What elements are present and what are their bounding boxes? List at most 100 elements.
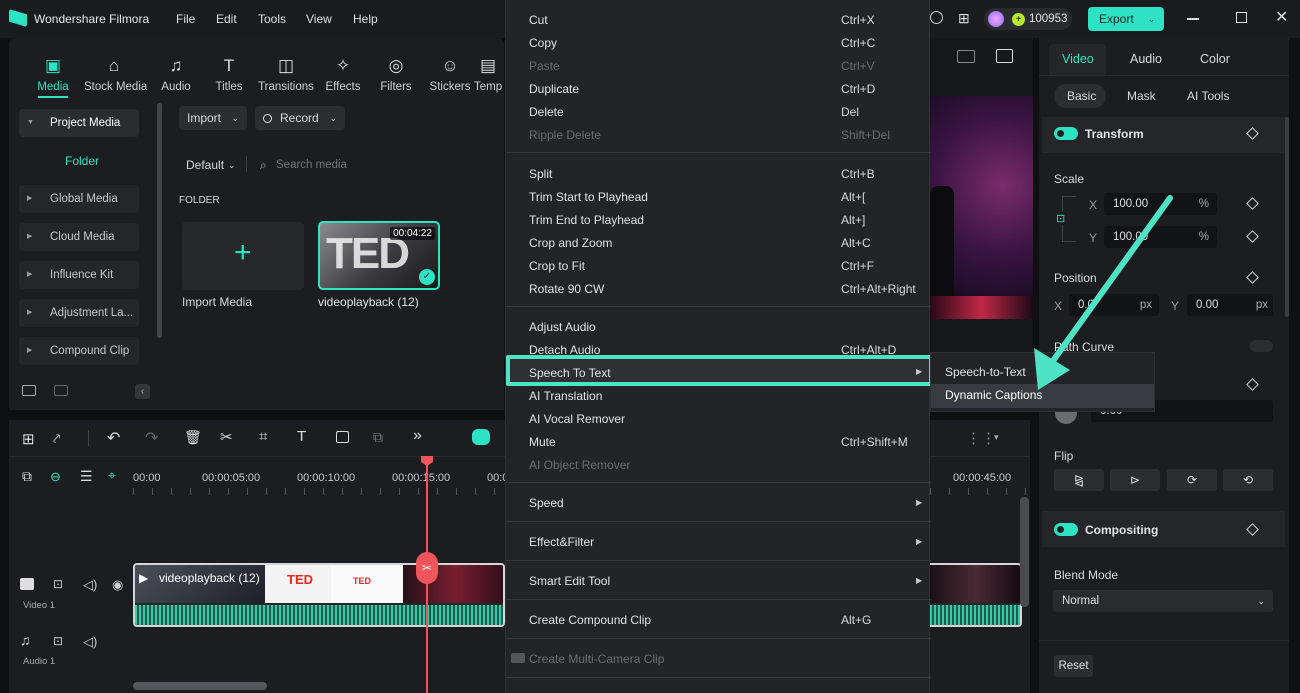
menu-help[interactable]: Help <box>353 12 378 26</box>
tab-stickers[interactable]: ☺ Stickers <box>420 57 480 94</box>
menu-item-ai-translation[interactable]: AI Translation <box>529 389 602 403</box>
tab-titles[interactable]: T Titles <box>199 57 259 94</box>
sidebar-item-adjustment-layer[interactable]: ▶ Adjustment La... <box>19 299 139 327</box>
redo-icon[interactable]: ↷ <box>145 428 158 448</box>
timeline-horizontal-scrollbar[interactable] <box>133 682 267 690</box>
undo-icon[interactable]: ↶ <box>107 428 120 448</box>
timeline-vertical-scrollbar[interactable] <box>1020 497 1029 607</box>
shape-icon[interactable] <box>336 431 349 443</box>
lock-icon[interactable]: ⊡ <box>53 634 63 648</box>
ai-assistant-icon[interactable] <box>472 429 490 445</box>
menu-item-speed[interactable]: Speed <box>529 496 564 510</box>
import-dropdown[interactable]: Import ⌄ <box>179 106 247 130</box>
tab-filters[interactable]: ◎ Filters <box>366 57 426 94</box>
track-manage-icon[interactable]: ☰ <box>80 468 93 485</box>
sort-dropdown[interactable]: Default ⌄ <box>186 158 236 172</box>
menu-item-effect-filter[interactable]: Effect&Filter <box>529 535 594 549</box>
more-icon[interactable]: » <box>413 427 422 445</box>
tab-media[interactable]: ▣ Media <box>23 57 83 94</box>
chevron-down-icon[interactable]: ▾ <box>994 432 999 443</box>
headset-icon[interactable] <box>930 11 943 24</box>
collapse-sidebar-button[interactable]: ‹ <box>135 384 150 399</box>
menu-item-cut[interactable]: Cut <box>529 13 548 27</box>
menu-item-crop-to-fit[interactable]: Crop to Fit <box>529 259 585 273</box>
tab-stock-media[interactable]: ⌂ Stock Media <box>84 57 147 94</box>
import-media-tile[interactable]: + <box>182 222 304 290</box>
add-track-icon[interactable]: ⧉ <box>22 468 32 485</box>
menu-item-rotate-90-cw[interactable]: Rotate 90 CW <box>529 282 604 296</box>
record-dropdown[interactable]: Record ⌄ <box>255 106 345 130</box>
text-tool-icon[interactable]: T <box>297 428 306 445</box>
blend-mode-select[interactable]: Normal ⌄ <box>1053 590 1273 612</box>
sidebar-item-folder[interactable]: Folder <box>65 154 99 168</box>
snapshot-icon[interactable] <box>996 49 1013 63</box>
minimize-icon[interactable] <box>1187 18 1199 20</box>
menu-item-mute[interactable]: Mute <box>529 435 556 449</box>
path-curve-toggle[interactable] <box>1250 340 1273 352</box>
speaker-icon[interactable]: ◁) <box>83 634 97 650</box>
tab-audio-props[interactable]: Audio <box>1130 52 1162 66</box>
tab-templates[interactable]: ▤ Temp <box>474 57 505 93</box>
select-tool-icon[interactable]: ⤤ <box>53 431 60 447</box>
crop-icon[interactable]: ⌗ <box>259 428 267 445</box>
timeline-video-clip-continued[interactable] <box>930 563 1022 627</box>
layout-icon[interactable] <box>957 50 975 63</box>
speaker-icon[interactable]: ◁) <box>83 577 97 593</box>
link-icon[interactable]: ⊖ <box>50 469 61 485</box>
apps-grid-icon[interactable]: ⊞ <box>958 10 970 27</box>
new-folder-icon[interactable] <box>22 385 36 396</box>
lock-icon[interactable]: ⊡ <box>53 577 63 591</box>
rotate-right-icon[interactable]: ⟳ <box>1167 469 1217 491</box>
credits-badge[interactable]: + 100953 <box>984 8 1072 30</box>
search-input[interactable] <box>276 153 504 177</box>
tab-transitions[interactable]: ◫ Transitions <box>256 57 316 94</box>
subtab-mask[interactable]: Mask <box>1127 89 1156 103</box>
sidebar-scrollbar[interactable] <box>157 103 162 338</box>
menu-item-ai-vocal-remover[interactable]: AI Vocal Remover <box>529 412 625 426</box>
subtab-ai-tools[interactable]: AI Tools <box>1187 89 1229 103</box>
menu-item-trim-start[interactable]: Trim Start to Playhead <box>529 190 648 204</box>
panel-scrollbar[interactable] <box>1285 117 1289 317</box>
pos-y-field[interactable]: 0.00 px <box>1187 294 1273 316</box>
menu-item-create-compound-clip[interactable]: Create Compound Clip <box>529 613 651 627</box>
media-clip-thumbnail[interactable]: TED 00:04:22 ✓ <box>318 221 440 290</box>
sidebar-item-cloud-media[interactable]: ▶ Cloud Media <box>19 223 139 251</box>
snap-icon[interactable]: ⌖ <box>108 467 116 484</box>
menu-item-copy[interactable]: Copy <box>529 36 557 50</box>
compositing-toggle[interactable] <box>1054 523 1078 536</box>
speed-icon[interactable]: ⧉ <box>373 429 383 446</box>
tab-audio[interactable]: ♫ Audio <box>146 57 206 94</box>
menu-item-adjust-audio[interactable]: Adjust Audio <box>529 320 596 334</box>
split-scissors-icon[interactable]: ✂ <box>416 552 438 584</box>
maximize-icon[interactable] <box>1236 12 1247 23</box>
export-button[interactable]: Export ⌄ <box>1088 7 1164 31</box>
reset-button[interactable]: Reset <box>1054 655 1093 677</box>
sidebar-item-influence-kit[interactable]: ▶ Influence Kit <box>19 261 139 289</box>
submenu-item-speech-to-text[interactable]: Speech-to-Text <box>945 365 1026 379</box>
timeline-video-clip[interactable]: TED TED ▶ videoplayback (12) <box>133 563 505 627</box>
menu-item-trim-end[interactable]: Trim End to Playhead <box>529 213 644 227</box>
layout-grid-icon[interactable]: ⊞ <box>22 430 35 448</box>
menu-tools[interactable]: Tools <box>258 12 286 26</box>
delete-icon[interactable]: 🗑 <box>184 429 202 446</box>
menu-item-crop-and-zoom[interactable]: Crop and Zoom <box>529 236 612 250</box>
sidebar-item-project-media[interactable]: ▼ Project Media <box>19 109 139 137</box>
subtab-basic[interactable]: Basic <box>1067 89 1096 103</box>
eye-icon[interactable]: ◉ <box>112 577 123 593</box>
split-scissors-icon[interactable]: ✂ <box>220 428 233 446</box>
rotate-left-icon[interactable]: ⟲ <box>1223 469 1273 491</box>
menu-item-split[interactable]: Split <box>529 167 552 181</box>
timeline-view-icon[interactable]: ⋮⋮ <box>966 429 996 447</box>
transform-toggle[interactable] <box>1054 127 1078 140</box>
menu-item-smart-edit-tool[interactable]: Smart Edit Tool <box>529 574 610 588</box>
flip-vertical-icon[interactable]: ⊳ <box>1110 469 1160 491</box>
menu-file[interactable]: File <box>176 12 195 26</box>
flip-horizontal-icon[interactable]: ⧎ <box>1054 469 1104 491</box>
menu-view[interactable]: View <box>306 12 332 26</box>
tab-color[interactable]: Color <box>1200 52 1230 66</box>
menu-item-duplicate[interactable]: Duplicate <box>529 82 579 96</box>
sidebar-item-compound-clip[interactable]: ▶ Compound Clip <box>19 337 139 365</box>
close-icon[interactable]: ✕ <box>1275 7 1288 27</box>
sidebar-item-global-media[interactable]: ▶ Global Media <box>19 185 139 213</box>
menu-edit[interactable]: Edit <box>216 12 237 26</box>
